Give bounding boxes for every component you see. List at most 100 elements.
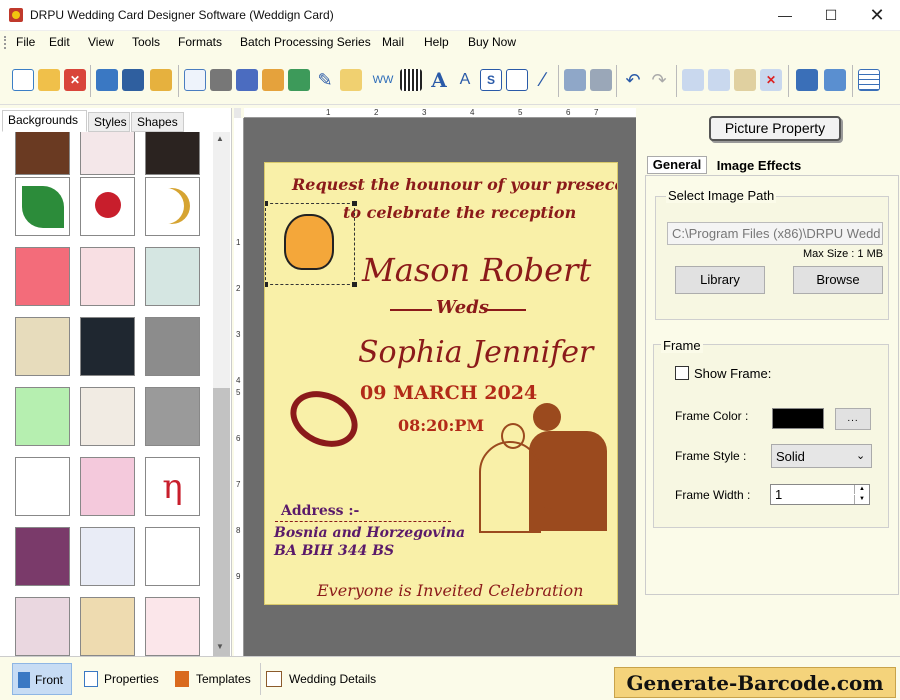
scroll-up-icon[interactable]: ▲: [216, 134, 224, 143]
properties-icon[interactable]: [184, 69, 206, 91]
tab-templates[interactable]: Templates: [170, 663, 254, 695]
frame-color-picker-button[interactable]: ...: [835, 408, 871, 430]
menu-tools[interactable]: Tools: [132, 35, 160, 49]
card-footer[interactable]: Everyone is Inveited Celebration: [317, 581, 583, 600]
menu-mail[interactable]: Mail: [382, 35, 404, 49]
scroll-down-icon[interactable]: ▼: [216, 642, 224, 651]
print-icon[interactable]: [210, 69, 232, 91]
email-icon[interactable]: [506, 69, 528, 91]
paste-icon[interactable]: [734, 69, 756, 91]
stepper-up-icon[interactable]: ▲: [854, 485, 869, 494]
card-bride-name[interactable]: Sophia Jennifer: [358, 335, 593, 370]
frame-width-stepper[interactable]: 1 ▲ ▼: [770, 484, 870, 505]
background-thumbnail[interactable]: [15, 177, 70, 236]
menu-file[interactable]: File: [16, 35, 35, 49]
minimize-button[interactable]: —: [762, 0, 808, 31]
undo-icon[interactable]: ↶: [622, 69, 644, 91]
background-thumbnail[interactable]: [80, 247, 135, 306]
background-thumbnail[interactable]: [15, 247, 70, 306]
tab-front[interactable]: Front: [12, 663, 72, 695]
frame-style-select[interactable]: Solid ⌄: [771, 444, 872, 468]
database-settings-icon[interactable]: [590, 69, 612, 91]
card-groom-name[interactable]: Mason Robert: [362, 251, 591, 289]
background-thumbnail[interactable]: [145, 177, 200, 236]
shapes-icon[interactable]: [340, 69, 362, 91]
signature-icon[interactable]: S: [480, 69, 502, 91]
background-thumbnail[interactable]: [15, 387, 70, 446]
text-style-icon[interactable]: A: [454, 69, 476, 91]
background-thumbnail[interactable]: [80, 177, 135, 236]
copy-icon[interactable]: [708, 69, 730, 91]
grid-icon[interactable]: [858, 69, 880, 91]
browse-button[interactable]: Browse: [793, 266, 883, 294]
card-address-line-2[interactable]: BA BIH 344 BS: [274, 543, 394, 559]
send-back-icon[interactable]: [824, 69, 846, 91]
menu-help[interactable]: Help: [424, 35, 449, 49]
background-thumbnail[interactable]: [15, 132, 70, 175]
pen-icon[interactable]: ✎: [314, 69, 336, 91]
background-thumbnail[interactable]: [145, 317, 200, 376]
barcode-icon[interactable]: [400, 69, 422, 91]
save-as-icon[interactable]: [122, 69, 144, 91]
bring-front-icon[interactable]: [796, 69, 818, 91]
background-thumbnail[interactable]: [15, 457, 70, 516]
delete-icon[interactable]: ✕: [760, 69, 782, 91]
ganesha-image[interactable]: [265, 201, 357, 287]
background-thumbnail[interactable]: [80, 457, 135, 516]
export-icon[interactable]: [150, 69, 172, 91]
background-thumbnail[interactable]: [80, 387, 135, 446]
card-address-line-1[interactable]: Bosnia and Horzegovina: [274, 525, 465, 541]
background-thumbnail[interactable]: [80, 317, 135, 376]
scrollbar-thumb[interactable]: [213, 388, 230, 668]
card-weds[interactable]: Weds: [436, 297, 489, 318]
stepper-down-icon[interactable]: ▼: [854, 495, 869, 504]
card-time[interactable]: 08:20:PM: [398, 416, 484, 435]
insert-image-icon[interactable]: [288, 69, 310, 91]
card-invite-line-2[interactable]: to celebrate the reception: [343, 203, 576, 222]
wordart-icon[interactable]: WW: [372, 69, 394, 91]
background-thumbnail[interactable]: [145, 527, 200, 586]
couple-image[interactable]: [475, 399, 609, 533]
background-thumbnail[interactable]: η: [145, 457, 200, 516]
frame-color-swatch[interactable]: [772, 408, 824, 429]
background-thumbnail[interactable]: [80, 132, 135, 175]
card-address-label[interactable]: Address :-: [281, 503, 359, 519]
print-preview-icon[interactable]: [236, 69, 258, 91]
text-icon[interactable]: A: [428, 69, 450, 91]
tab-wedding-details[interactable]: Wedding Details: [260, 663, 384, 695]
menu-formats[interactable]: Formats: [178, 35, 222, 49]
wedding-card[interactable]: Request the hounour of your presece to c…: [264, 162, 618, 605]
card-invite-line-1[interactable]: Request the hounour of your presece: [292, 175, 617, 194]
tab-properties[interactable]: Properties: [80, 663, 162, 695]
gift-icon[interactable]: [262, 69, 284, 91]
background-thumbnail[interactable]: [80, 527, 135, 586]
background-thumbnail[interactable]: [80, 597, 135, 656]
close-doc-icon[interactable]: ✕: [64, 69, 86, 91]
menu-edit[interactable]: Edit: [49, 35, 70, 49]
database-icon[interactable]: [564, 69, 586, 91]
library-button[interactable]: Library: [675, 266, 765, 294]
tab-backgrounds[interactable]: Backgrounds: [2, 110, 87, 132]
tab-shapes[interactable]: Shapes: [131, 112, 184, 132]
background-thumbnail[interactable]: [145, 132, 200, 175]
close-button[interactable]: ✕: [854, 0, 900, 31]
save-icon[interactable]: [96, 69, 118, 91]
tab-general[interactable]: General: [647, 156, 707, 174]
background-thumbnail[interactable]: [15, 317, 70, 376]
ring-image[interactable]: [281, 380, 367, 458]
tab-styles[interactable]: Styles: [88, 112, 130, 132]
background-thumbnail[interactable]: [15, 527, 70, 586]
background-thumbnail[interactable]: [145, 387, 200, 446]
tab-image-effects[interactable]: Image Effects: [711, 157, 807, 174]
image-path-input[interactable]: C:\Program Files (x86)\DRPU Wedd: [667, 222, 883, 245]
open-icon[interactable]: [38, 69, 60, 91]
redo-icon[interactable]: ↷: [648, 69, 670, 91]
show-frame-checkbox[interactable]: [675, 366, 689, 380]
menu-batch-processing[interactable]: Batch Processing Series: [240, 35, 371, 49]
menu-view[interactable]: View: [88, 35, 114, 49]
maximize-button[interactable]: ☐: [808, 0, 854, 31]
cut-icon[interactable]: [682, 69, 704, 91]
background-thumbnail[interactable]: [145, 597, 200, 656]
menu-buy-now[interactable]: Buy Now: [468, 35, 516, 49]
background-thumbnail[interactable]: [15, 597, 70, 656]
